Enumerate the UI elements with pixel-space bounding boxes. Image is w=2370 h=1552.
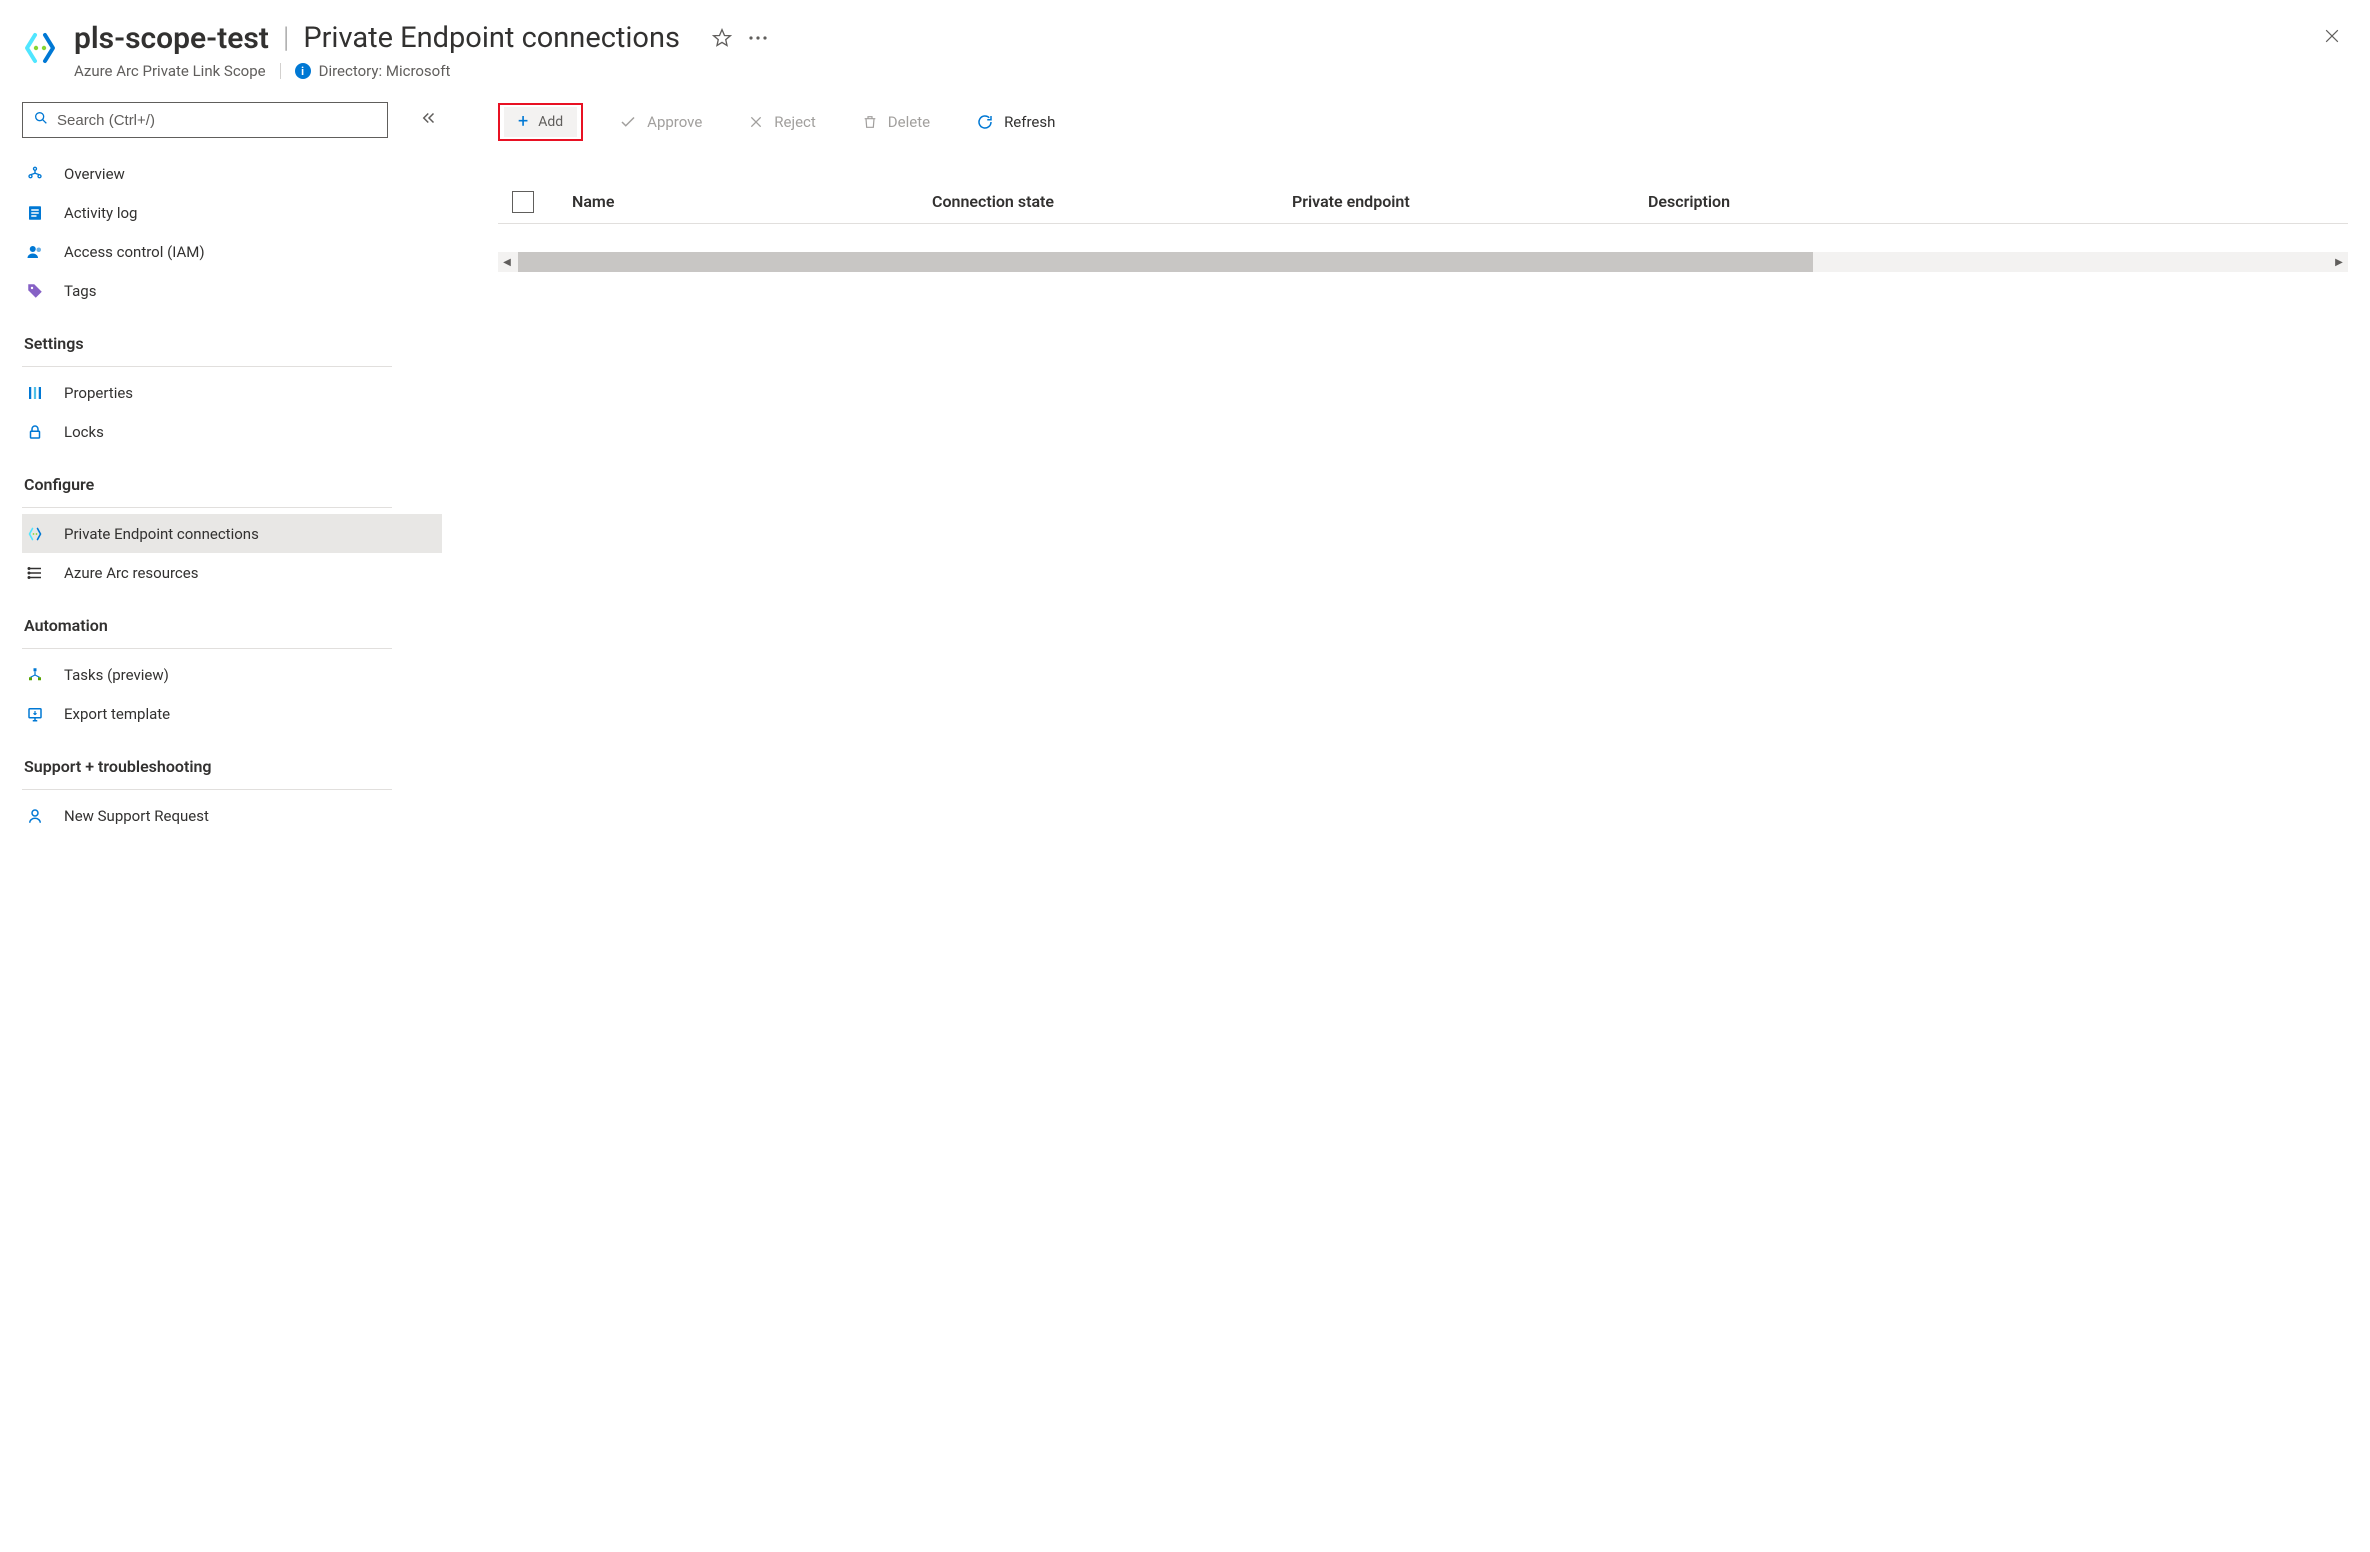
sidebar-item-private-endpoint-connections[interactable]: Private Endpoint connections <box>22 514 442 553</box>
main-pane: + Add Approve Reject Delete <box>442 102 2348 835</box>
tasks-icon <box>24 666 46 684</box>
export-template-icon <box>24 705 46 723</box>
sidebar-item-new-support-request[interactable]: New Support Request <box>22 796 442 835</box>
title-separator: | <box>283 21 289 55</box>
select-all-checkbox[interactable] <box>512 191 534 213</box>
sidebar-group-automation: Automation <box>22 592 442 644</box>
sidebar-item-label: Properties <box>64 384 133 402</box>
directory-label: i Directory: Microsoft <box>295 62 451 80</box>
sidebar-item-access-control[interactable]: Access control (IAM) <box>22 232 442 271</box>
sidebar-item-export-template[interactable]: Export template <box>22 694 442 733</box>
refresh-button[interactable]: Refresh <box>966 107 1065 137</box>
sidebar-item-label: Private Endpoint connections <box>64 525 259 543</box>
sidebar-group-configure: Configure <box>22 451 442 503</box>
checkmark-icon <box>619 113 637 131</box>
delete-button[interactable]: Delete <box>852 107 940 137</box>
sidebar-item-label: Tags <box>64 282 96 300</box>
command-bar: + Add Approve Reject Delete <box>498 102 2348 142</box>
column-header-name[interactable]: Name <box>572 192 932 211</box>
sidebar-item-label: Activity log <box>64 204 137 222</box>
page-title: Private Endpoint connections <box>303 21 680 55</box>
connections-table: Name Connection state Private endpoint D… <box>498 180 2348 272</box>
activity-log-icon <box>24 204 46 222</box>
resource-type-icon <box>22 20 74 70</box>
refresh-icon <box>976 113 994 131</box>
sidebar-search-input[interactable] <box>57 112 377 129</box>
table-header-row: Name Connection state Private endpoint D… <box>498 180 2348 224</box>
add-button-label: Add <box>538 114 563 130</box>
tags-icon <box>24 282 46 300</box>
scroll-right-arrow[interactable]: ▶ <box>2330 252 2348 272</box>
sidebar-group-settings: Settings <box>22 310 442 362</box>
column-header-description[interactable]: Description <box>1648 192 2348 211</box>
sidebar-search-box[interactable] <box>22 102 388 138</box>
locks-icon <box>24 423 46 441</box>
properties-icon <box>24 384 46 402</box>
directory-text: Directory: Microsoft <box>319 62 451 80</box>
select-all-cell <box>512 191 572 213</box>
column-header-private-endpoint[interactable]: Private endpoint <box>1292 192 1648 211</box>
collapse-sidebar-button[interactable] <box>416 105 442 135</box>
info-icon[interactable]: i <box>295 63 311 79</box>
trash-icon <box>862 114 878 130</box>
sidebar: Overview Activity log Access control (IA… <box>22 102 442 835</box>
overview-icon <box>24 165 46 183</box>
search-icon <box>33 110 49 130</box>
sidebar-item-azure-arc-resources[interactable]: Azure Arc resources <box>22 553 442 592</box>
support-icon <box>24 807 46 825</box>
sidebar-item-properties[interactable]: Properties <box>22 373 442 412</box>
resource-name: pls-scope-test <box>74 21 269 56</box>
delete-label: Delete <box>888 113 930 131</box>
add-button[interactable]: + Add <box>504 107 577 137</box>
refresh-label: Refresh <box>1004 113 1055 131</box>
page-header: pls-scope-test | Private Endpoint connec… <box>22 20 2348 80</box>
sidebar-item-label: New Support Request <box>64 807 209 825</box>
private-endpoint-icon <box>24 525 46 543</box>
scrollbar-thumb[interactable] <box>518 252 1813 272</box>
approve-label: Approve <box>647 113 702 131</box>
sidebar-item-activity-log[interactable]: Activity log <box>22 193 442 232</box>
favorite-star-icon[interactable] <box>712 28 732 48</box>
resource-type-label: Azure Arc Private Link Scope <box>74 62 266 80</box>
sidebar-item-label: Overview <box>64 165 125 183</box>
add-button-highlight: + Add <box>498 103 583 141</box>
header-divider <box>280 63 281 79</box>
sidebar-item-label: Export template <box>64 705 170 723</box>
sidebar-item-overview[interactable]: Overview <box>22 154 442 193</box>
sidebar-item-tasks[interactable]: Tasks (preview) <box>22 655 442 694</box>
close-blade-button[interactable] <box>2316 20 2348 56</box>
approve-button[interactable]: Approve <box>609 107 712 137</box>
horizontal-scrollbar[interactable]: ◀ ▶ <box>498 252 2348 272</box>
reject-label: Reject <box>774 113 816 131</box>
sidebar-group-support: Support + troubleshooting <box>22 733 442 785</box>
x-icon <box>748 114 764 130</box>
more-actions-icon[interactable] <box>748 35 768 41</box>
sidebar-item-label: Locks <box>64 423 104 441</box>
sidebar-item-label: Azure Arc resources <box>64 564 198 582</box>
plus-icon: + <box>518 113 528 131</box>
access-control-icon <box>24 243 46 261</box>
arc-resources-icon <box>24 564 46 582</box>
reject-button[interactable]: Reject <box>738 107 826 137</box>
sidebar-item-label: Access control (IAM) <box>64 243 205 261</box>
sidebar-item-locks[interactable]: Locks <box>22 412 442 451</box>
column-header-connection-state[interactable]: Connection state <box>932 192 1292 211</box>
sidebar-item-label: Tasks (preview) <box>64 666 169 684</box>
sidebar-item-tags[interactable]: Tags <box>22 271 442 310</box>
